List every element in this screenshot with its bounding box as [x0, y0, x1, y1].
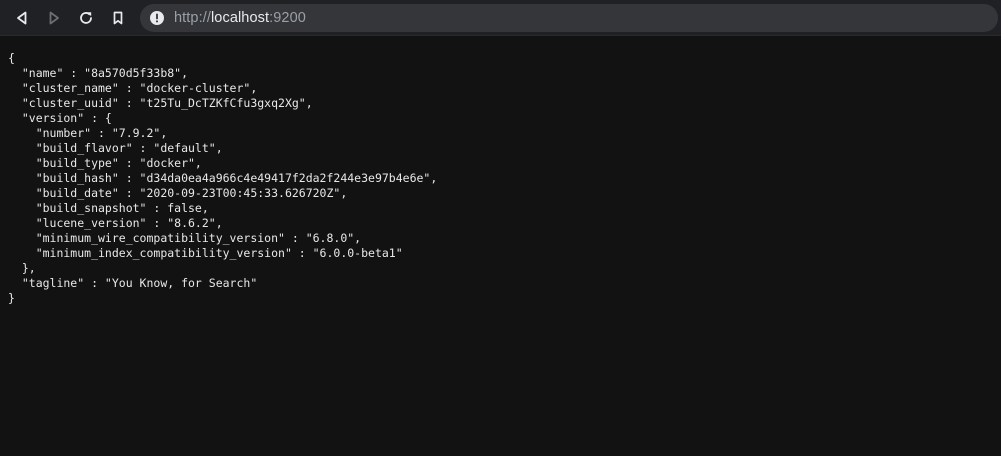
- reload-button[interactable]: [74, 6, 98, 30]
- json-line: "version" : {: [8, 111, 112, 125]
- json-line: }: [8, 291, 15, 305]
- back-button[interactable]: [10, 6, 34, 30]
- json-response: { "name" : "8a570d5f33b8", "cluster_name…: [8, 51, 437, 306]
- url-scheme: http://: [174, 10, 211, 26]
- reload-icon: [78, 10, 94, 26]
- url-port: :9200: [269, 10, 306, 26]
- url-text[interactable]: http://localhost:9200: [174, 4, 306, 32]
- json-line: "lucene_version" : "8.6.2",: [8, 216, 223, 230]
- json-line: "build_flavor" : "default",: [8, 141, 223, 155]
- json-line: "cluster_name" : "docker-cluster",: [8, 81, 258, 95]
- info-icon[interactable]: [149, 10, 165, 26]
- bookmark-button[interactable]: [106, 6, 130, 30]
- json-line: "build_snapshot" : false,: [8, 201, 209, 215]
- json-line: "minimum_wire_compatibility_version" : "…: [8, 231, 362, 245]
- json-line: "name" : "8a570d5f33b8",: [8, 66, 189, 80]
- json-line: "cluster_uuid" : "t25Tu_DcTZKfCfu3gxq2Xg…: [8, 96, 313, 110]
- forward-button[interactable]: [42, 6, 66, 30]
- back-arrow-icon: [14, 10, 30, 26]
- url-host: localhost: [210, 10, 270, 26]
- page-content: { "name" : "8a570d5f33b8", "cluster_name…: [0, 37, 1001, 456]
- json-line: "build_type" : "docker",: [8, 156, 202, 170]
- json-line: },: [8, 261, 36, 275]
- bookmark-icon: [110, 10, 126, 26]
- json-line: "number" : "7.9.2",: [8, 126, 168, 140]
- json-line: "minimum_index_compatibility_version" : …: [8, 246, 403, 260]
- json-line: "build_date" : "2020-09-23T00:45:33.6267…: [8, 186, 348, 200]
- forward-arrow-icon: [46, 10, 62, 26]
- json-line: "tagline" : "You Know, for Search": [8, 276, 258, 290]
- json-line: "build_hash" : "d34da0ea4a966c4e49417f2d…: [8, 171, 438, 185]
- address-bar[interactable]: http://localhost:9200: [140, 4, 998, 32]
- json-line: {: [8, 51, 15, 65]
- browser-toolbar: http://localhost:9200: [0, 0, 1001, 36]
